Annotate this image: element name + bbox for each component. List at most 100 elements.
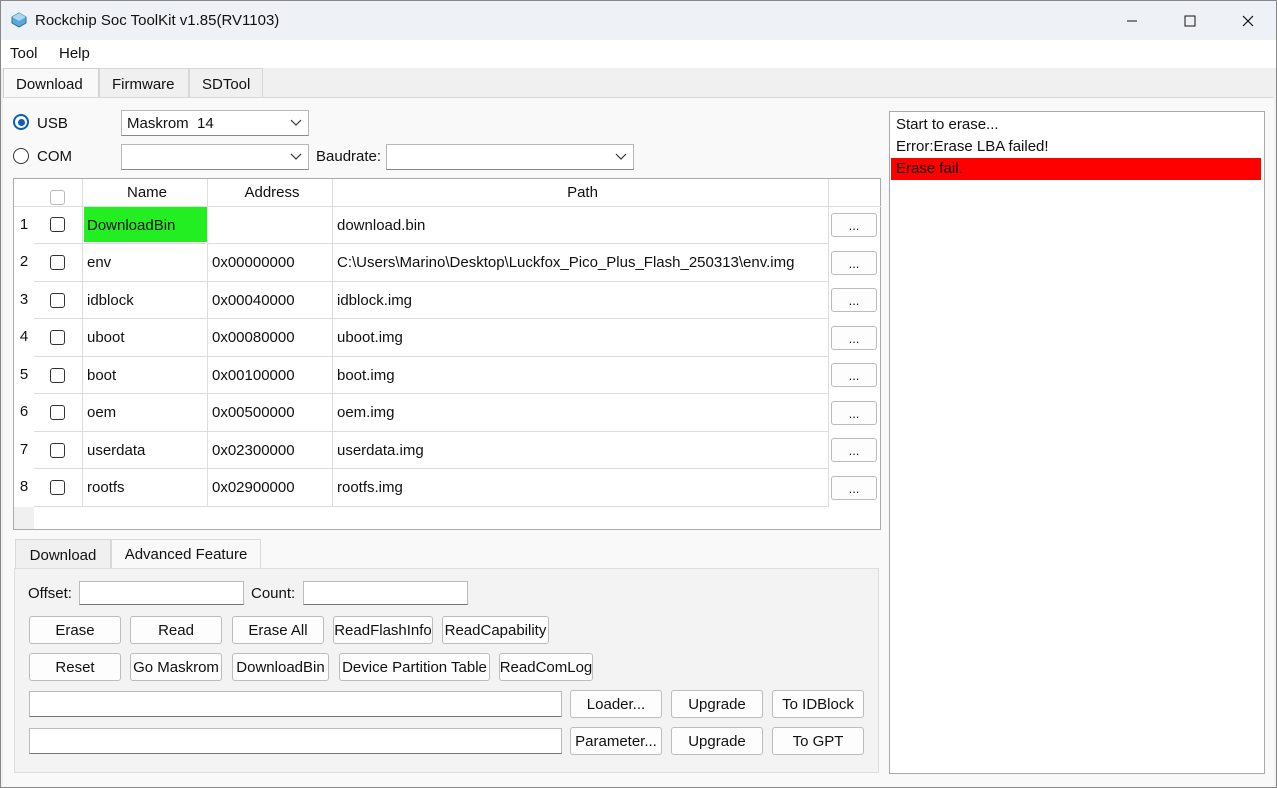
read-com-log-button[interactable]: ReadComLog xyxy=(499,653,593,681)
path-cell[interactable]: userdata.img xyxy=(333,432,829,469)
path-cell[interactable]: oem.img xyxy=(333,394,829,432)
browse-button[interactable]: ... xyxy=(831,363,877,387)
browse-button[interactable]: ... xyxy=(831,438,877,462)
browse-button[interactable]: ... xyxy=(831,401,877,425)
offset-field[interactable] xyxy=(79,581,244,605)
row-check-cell xyxy=(34,244,83,282)
name-cell[interactable]: idblock xyxy=(83,282,208,319)
read-button[interactable]: Read xyxy=(130,616,222,644)
header-browse xyxy=(829,179,881,207)
name-cell[interactable]: userdata xyxy=(83,432,208,469)
maximize-icon xyxy=(1184,15,1196,26)
select-all-checkbox[interactable] xyxy=(50,190,65,205)
to-gpt-button[interactable]: To GPT xyxy=(772,727,864,755)
address-cell[interactable] xyxy=(208,207,333,244)
subtab-advanced-feature[interactable]: Advanced Feature xyxy=(111,539,261,569)
row-checkbox[interactable] xyxy=(50,368,65,383)
com-label: COM xyxy=(37,148,72,165)
tab-download[interactable]: Download xyxy=(3,68,99,98)
path-cell[interactable]: C:\Users\Marino\Desktop\Luckfox_Pico_Plu… xyxy=(333,244,829,282)
browse-button[interactable]: ... xyxy=(831,251,877,275)
header-path[interactable]: Path xyxy=(333,179,829,207)
device-partition-table-button[interactable]: Device Partition Table xyxy=(339,653,490,681)
row-checkbox[interactable] xyxy=(50,217,65,232)
address-cell[interactable]: 0x00040000 xyxy=(208,282,333,319)
path-cell[interactable]: idblock.img xyxy=(333,282,829,319)
loader-button[interactable]: Loader... xyxy=(570,690,662,718)
go-maskrom-button[interactable]: Go Maskrom xyxy=(130,653,222,681)
row-checkbox[interactable] xyxy=(50,480,65,495)
downloadbin-button[interactable]: DownloadBin xyxy=(232,653,329,681)
path-cell[interactable]: download.bin xyxy=(333,207,829,244)
address-cell[interactable]: 0x02300000 xyxy=(208,432,333,469)
path-cell[interactable]: uboot.img xyxy=(333,319,829,357)
chevron-down-icon xyxy=(290,119,302,126)
parameter-path-field[interactable] xyxy=(29,728,562,754)
maximize-button[interactable] xyxy=(1161,1,1219,40)
upgrade-loader-button[interactable]: Upgrade xyxy=(671,690,763,718)
address-cell[interactable]: 0x00000000 xyxy=(208,244,333,282)
erase-all-button[interactable]: Erase All xyxy=(232,616,324,644)
chevron-down-icon xyxy=(290,153,302,160)
title-bar: Rockchip Soc ToolKit v1.85(RV1103) xyxy=(1,1,1276,40)
row-check-cell xyxy=(34,319,83,357)
name-cell[interactable]: boot xyxy=(83,357,208,394)
erase-button[interactable]: Erase xyxy=(29,616,121,644)
header-address[interactable]: Address xyxy=(208,179,333,207)
address-cell[interactable]: 0x02900000 xyxy=(208,469,333,507)
com-radio[interactable] xyxy=(13,148,29,164)
parameter-button[interactable]: Parameter... xyxy=(570,727,662,755)
upgrade-parameter-button[interactable]: Upgrade xyxy=(671,727,763,755)
tab-sdtool[interactable]: SDTool xyxy=(189,68,263,98)
browse-button[interactable]: ... xyxy=(831,476,877,500)
subtab-download[interactable]: Download xyxy=(15,539,111,569)
app-icon xyxy=(11,12,27,28)
name-cell[interactable]: oem xyxy=(83,394,208,432)
window-title: Rockchip Soc ToolKit v1.85(RV1103) xyxy=(35,12,280,29)
browse-button[interactable]: ... xyxy=(831,326,877,350)
read-flash-info-button[interactable]: ReadFlashInfo xyxy=(333,616,433,644)
baudrate-label: Baudrate: xyxy=(316,148,382,165)
address-cell[interactable]: 0x00100000 xyxy=(208,357,333,394)
main-tabs: Download Firmware SDTool xyxy=(1,68,1276,98)
to-idblock-button[interactable]: To IDBlock xyxy=(772,690,864,718)
path-cell[interactable]: rootfs.img xyxy=(333,469,829,507)
name-cell[interactable]: DownloadBin xyxy=(83,207,208,244)
count-field[interactable] xyxy=(303,581,468,605)
close-icon xyxy=(1242,15,1254,26)
reset-button[interactable]: Reset xyxy=(29,653,121,681)
header-name[interactable]: Name xyxy=(83,179,208,207)
log-line-error: Erase fail. xyxy=(891,158,1261,180)
browse-button[interactable]: ... xyxy=(831,288,877,312)
row-checkbox[interactable] xyxy=(50,443,65,458)
close-button[interactable] xyxy=(1219,1,1277,40)
baudrate-select[interactable] xyxy=(386,144,634,170)
row-number: 8 xyxy=(19,478,29,495)
minimize-button[interactable] xyxy=(1103,1,1161,40)
menu-help[interactable]: Help xyxy=(59,45,90,62)
usb-radio[interactable] xyxy=(13,114,29,130)
path-cell[interactable]: boot.img xyxy=(333,357,829,394)
row-checkbox[interactable] xyxy=(50,405,65,420)
row-checkbox[interactable] xyxy=(50,255,65,270)
name-cell[interactable]: rootfs xyxy=(83,469,208,507)
menu-tool[interactable]: Tool xyxy=(10,45,38,62)
header-check-cell xyxy=(34,179,83,207)
usb-device-select[interactable]: Maskrom 14 xyxy=(121,110,309,136)
header-rownum xyxy=(14,179,34,207)
com-port-select[interactable] xyxy=(121,144,309,170)
loader-path-field[interactable] xyxy=(29,691,562,717)
browse-button[interactable]: ... xyxy=(831,213,877,237)
log-panel[interactable]: Start to erase... Error:Erase LBA failed… xyxy=(889,111,1265,774)
menu-bar: Tool Help xyxy=(1,40,1276,68)
tab-firmware[interactable]: Firmware xyxy=(99,68,189,98)
address-cell[interactable]: 0x00500000 xyxy=(208,394,333,432)
chevron-down-icon xyxy=(615,153,627,160)
row-checkbox[interactable] xyxy=(50,330,65,345)
usb-label: USB xyxy=(37,115,68,132)
name-cell[interactable]: env xyxy=(83,244,208,282)
row-checkbox[interactable] xyxy=(50,293,65,308)
read-capability-button[interactable]: ReadCapability xyxy=(442,616,549,644)
name-cell[interactable]: uboot xyxy=(83,319,208,357)
address-cell[interactable]: 0x00080000 xyxy=(208,319,333,357)
